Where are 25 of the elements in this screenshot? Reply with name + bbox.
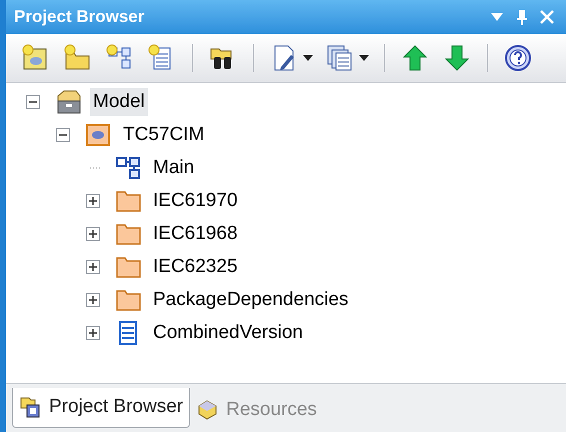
tab[interactable]: Project Browser	[12, 388, 190, 428]
tree-item[interactable]: Main	[150, 154, 198, 182]
expand-icon[interactable]	[86, 292, 100, 306]
tree-item[interactable]: PackageDependencies	[150, 286, 352, 314]
tree-item[interactable]: IEC62325	[150, 252, 241, 280]
down-arrow-icon	[442, 43, 472, 73]
window-title: Project Browser	[14, 6, 146, 28]
tree-item[interactable]: IEC61970	[150, 186, 241, 214]
collapse-icon[interactable]	[56, 128, 70, 142]
expand-icon[interactable]	[86, 226, 100, 240]
tree-item[interactable]: TC57CIM	[120, 120, 208, 148]
tree-item[interactable]: Model	[90, 88, 148, 116]
help-icon	[503, 43, 533, 73]
caret-icon	[303, 55, 313, 61]
pin-icon[interactable]	[516, 9, 528, 25]
caret-icon	[359, 55, 369, 61]
dropdown-icon[interactable]	[490, 12, 504, 22]
close-icon[interactable]	[540, 10, 554, 24]
tree-item[interactable]: CombinedVersion	[150, 318, 306, 346]
up-arrow-icon	[400, 43, 430, 73]
expand-icon[interactable]	[86, 194, 100, 208]
collapse-icon[interactable]	[26, 94, 40, 108]
expand-icon[interactable]	[86, 326, 100, 340]
tree-item[interactable]: IEC61968	[150, 220, 241, 248]
expand-icon[interactable]	[86, 260, 100, 274]
